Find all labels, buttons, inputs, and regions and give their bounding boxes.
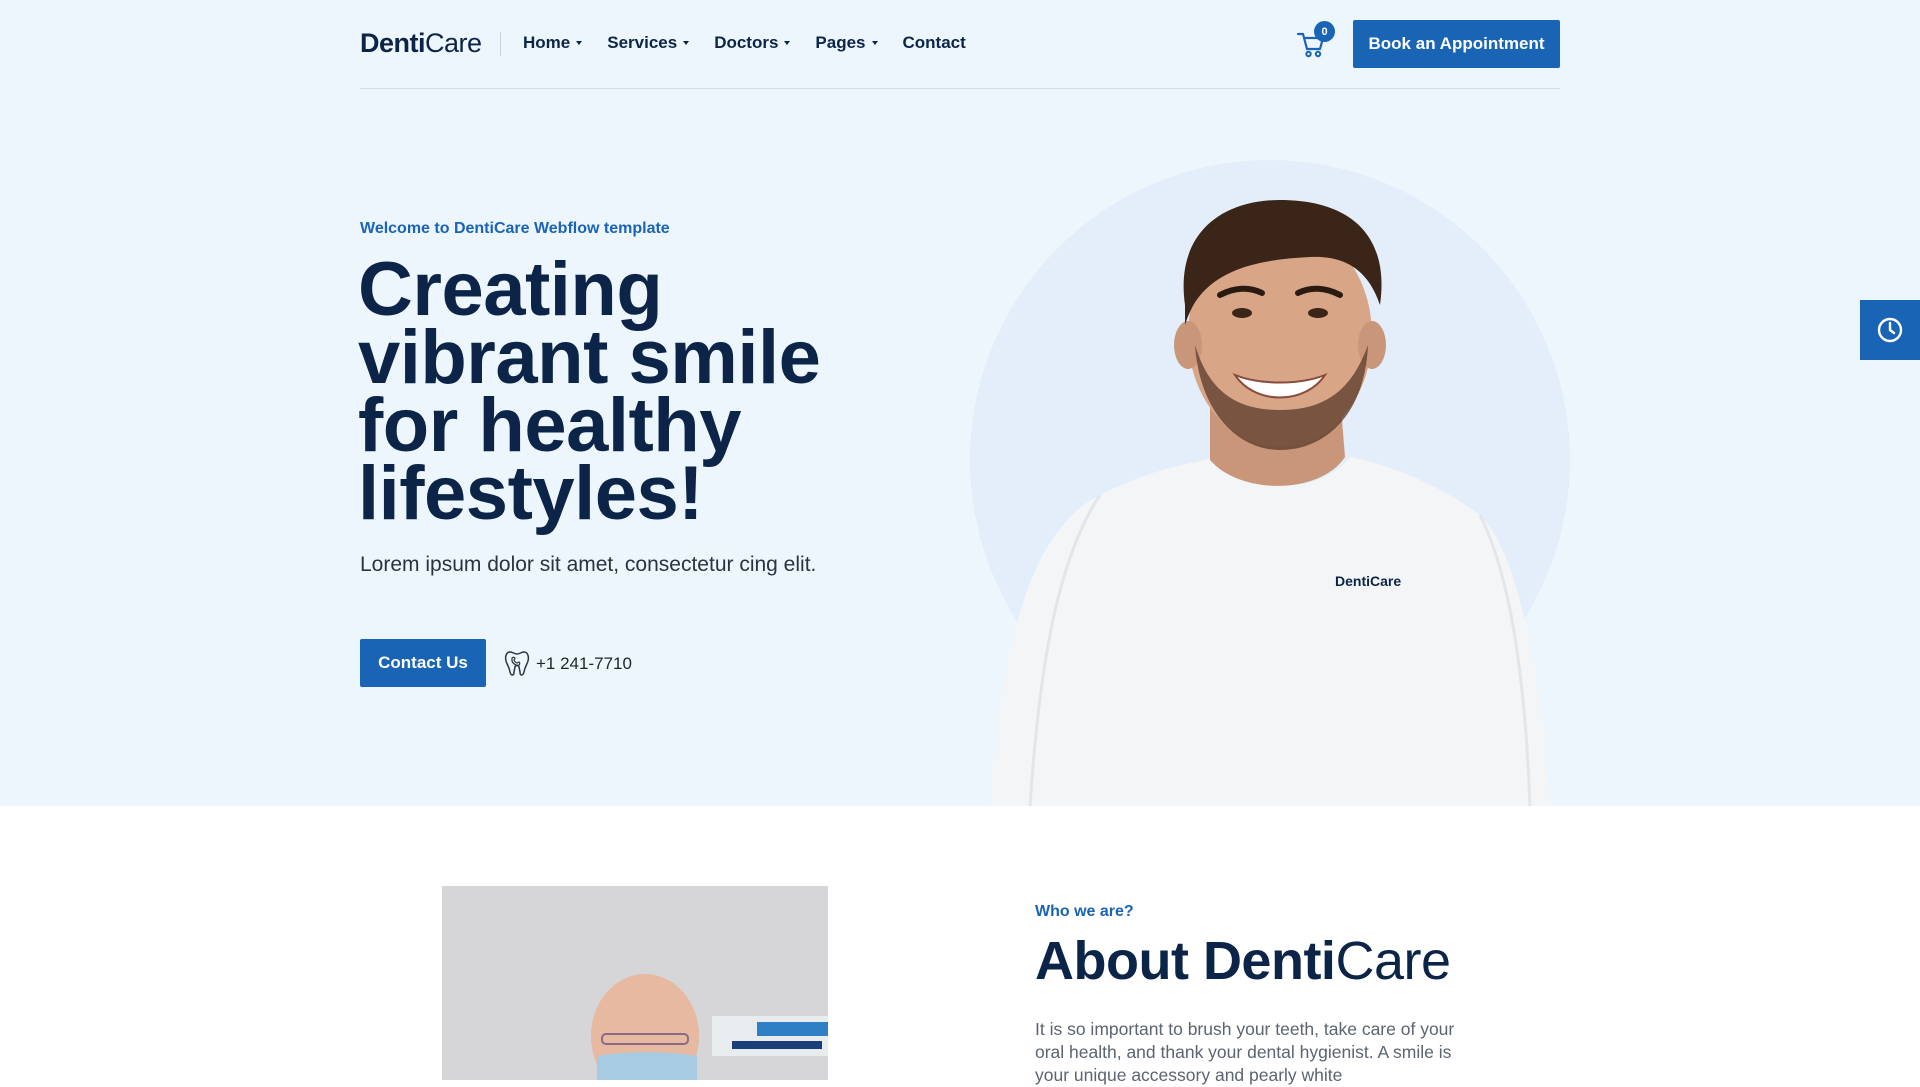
clock-icon [1877, 317, 1903, 343]
about-description: It is so important to brush your teeth, … [1035, 1019, 1455, 1085]
nav-item-contact[interactable]: Contact [903, 33, 966, 53]
cart-count-badge: 0 [1314, 21, 1335, 42]
hero-subtitle: Lorem ipsum dolor sit amet, consectetur … [360, 553, 817, 576]
nav-item-doctors[interactable]: Doctors [714, 33, 791, 53]
side-clock-widget[interactable] [1860, 300, 1920, 360]
chevron-down-icon [871, 41, 878, 45]
nav-item-services[interactable]: Services [607, 33, 690, 53]
hero-smiling-man-image: DentiCare [990, 200, 1550, 806]
logo-divider [500, 32, 501, 56]
chevron-down-icon [784, 41, 791, 45]
contact-us-button[interactable]: Contact Us [360, 639, 486, 687]
hero-title: Creating vibrant smile for healthy lifes… [358, 247, 821, 536]
phone-number[interactable]: +1 241-7710 [536, 654, 632, 674]
site-header: DentiCare Home Services Doctors Pages Co… [360, 0, 1560, 89]
book-appointment-button[interactable]: Book an Appointment [1353, 20, 1560, 68]
logo[interactable]: DentiCare [360, 28, 482, 59]
about-title: About DentiCare [1035, 931, 1451, 991]
hero-background [0, 0, 1920, 806]
about-eyebrow: Who we are? [1035, 903, 1134, 920]
chevron-down-icon [683, 41, 690, 45]
about-dentist-image [442, 886, 828, 1080]
main-nav: Home Services Doctors Pages Contact [523, 33, 966, 53]
nav-item-pages[interactable]: Pages [815, 33, 878, 53]
hero-eyebrow: Welcome to DentiCare Webflow template [360, 220, 670, 237]
nav-item-home[interactable]: Home [523, 33, 583, 53]
shirt-logo: DentiCare [1335, 573, 1401, 589]
tooth-phone-icon [504, 651, 530, 676]
chevron-down-icon [576, 41, 583, 45]
